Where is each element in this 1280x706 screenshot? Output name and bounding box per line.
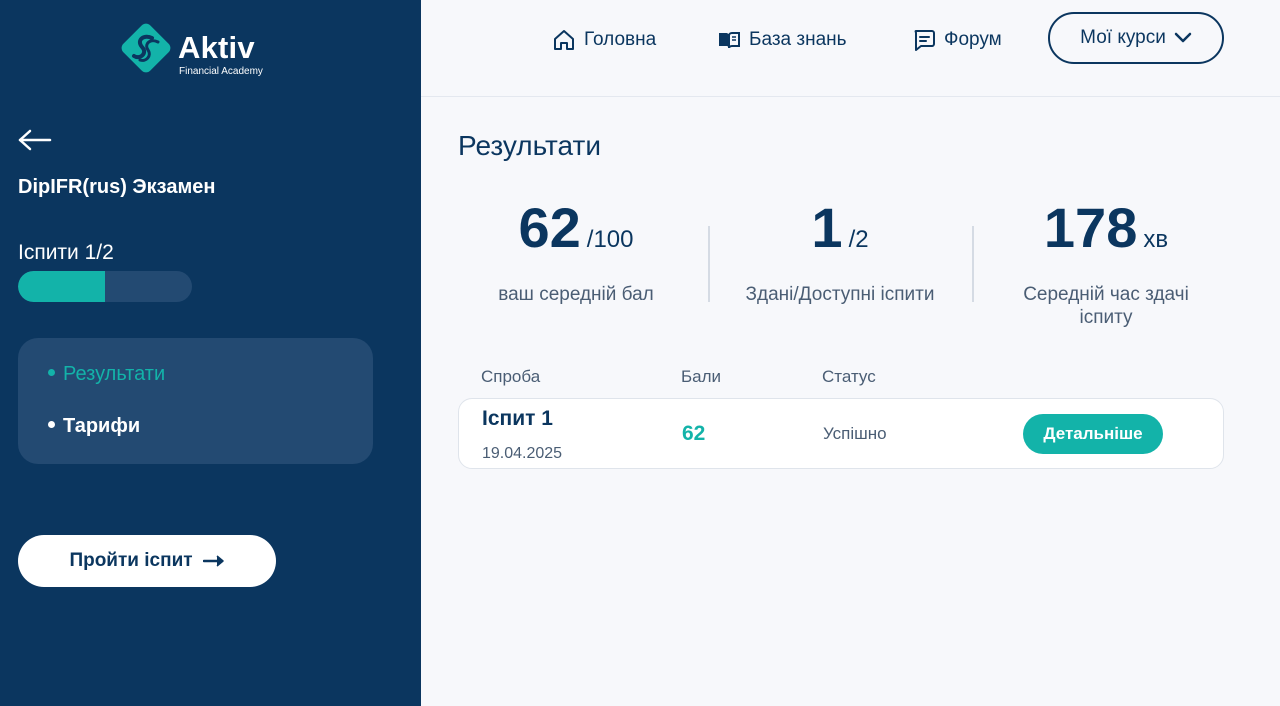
sidebar-item-label: Тарифи: [63, 415, 141, 437]
book-icon: [719, 32, 740, 49]
stat-average-time: 178 хв Середній час здачі іспиту: [996, 195, 1216, 329]
sidebar-item-label: Результати: [63, 363, 166, 385]
table-row: Іспит 1 19.04.2025 62 Успішно Детальніше: [458, 398, 1224, 469]
bullet-dot: [48, 369, 55, 377]
stat-divider: [972, 226, 974, 302]
top-navigation: Головна База знань Форум Мої курси: [421, 0, 1280, 97]
stat-average-score: 62 /100 ваш середній бал: [476, 195, 676, 306]
chevron-down-icon: [1174, 32, 1192, 43]
bullet-dot: [48, 421, 55, 429]
nav-knowledge-base-link[interactable]: База знань: [717, 26, 847, 54]
my-courses-dropdown[interactable]: Мої курси: [1048, 12, 1224, 64]
stat-divider: [708, 226, 710, 302]
course-title: DipIFR(rus) Экзамен: [18, 176, 216, 198]
stat-passed-exams: 1 /2 Здані/Доступні іспити: [722, 195, 958, 306]
my-courses-label: Мої курси: [1080, 27, 1166, 48]
nav-forum-label: Форум: [944, 29, 1002, 50]
stat-value: 178: [1043, 196, 1138, 259]
chat-icon: [914, 30, 935, 51]
home-icon: [554, 30, 574, 50]
sidebar-menu: Результати Тарифи: [18, 338, 373, 464]
logo-mark-icon: [121, 23, 171, 73]
stat-value: 62: [518, 196, 581, 259]
page-title: Результати: [458, 130, 601, 161]
stat-value: 1: [811, 196, 843, 259]
stat-suffix: /2: [848, 226, 869, 253]
attempt-date: 19.04.2025: [482, 445, 563, 462]
stat-suffix: хв: [1143, 226, 1169, 253]
attempt-name: Іспит 1: [482, 407, 553, 430]
nav-home-label: Головна: [584, 29, 657, 50]
take-exam-button[interactable]: Пройти іспит: [18, 535, 276, 587]
stat-value-wrap: 178 хв: [996, 195, 1216, 265]
sidebar-item-tariffs[interactable]: Тарифи: [48, 414, 140, 438]
details-button[interactable]: Детальніше: [1023, 414, 1163, 454]
column-header-score: Бали: [681, 367, 722, 386]
take-exam-label: Пройти іспит: [69, 550, 193, 571]
sidebar: Aktiv Financial Academy DipIFR(rus) Экза…: [0, 0, 421, 706]
stat-value-wrap: 1 /2: [722, 195, 958, 265]
brand-subtitle: Financial Academy: [179, 66, 263, 77]
stat-label: ваш середній бал: [498, 284, 654, 305]
stat-label: Середній час здачі іспиту: [1023, 284, 1189, 328]
nav-knowledge-base-label: База знань: [749, 29, 847, 50]
column-header-status: Статус: [822, 367, 876, 386]
stat-suffix: /100: [586, 226, 634, 253]
arrow-left-icon[interactable]: [18, 128, 52, 152]
stat-label: Здані/Доступні іспити: [745, 284, 935, 305]
brand-name: Aktiv: [178, 30, 255, 65]
stat-value-wrap: 62 /100: [476, 195, 676, 265]
nav-forum-link[interactable]: Форум: [912, 26, 1002, 54]
attempt-score: 62: [682, 422, 706, 445]
column-header-attempt: Спроба: [481, 367, 541, 386]
exams-progress-bar: [18, 271, 192, 302]
nav-home-link[interactable]: Головна: [552, 26, 656, 54]
brand-logo[interactable]: Aktiv Financial Academy: [118, 20, 288, 80]
exams-progress-fill: [18, 271, 105, 302]
sidebar-item-results[interactable]: Результати: [48, 362, 165, 386]
attempt-status: Успішно: [823, 424, 887, 443]
arrow-right-icon: [202, 555, 224, 567]
exams-progress-label: Іспити 1/2: [18, 241, 114, 264]
